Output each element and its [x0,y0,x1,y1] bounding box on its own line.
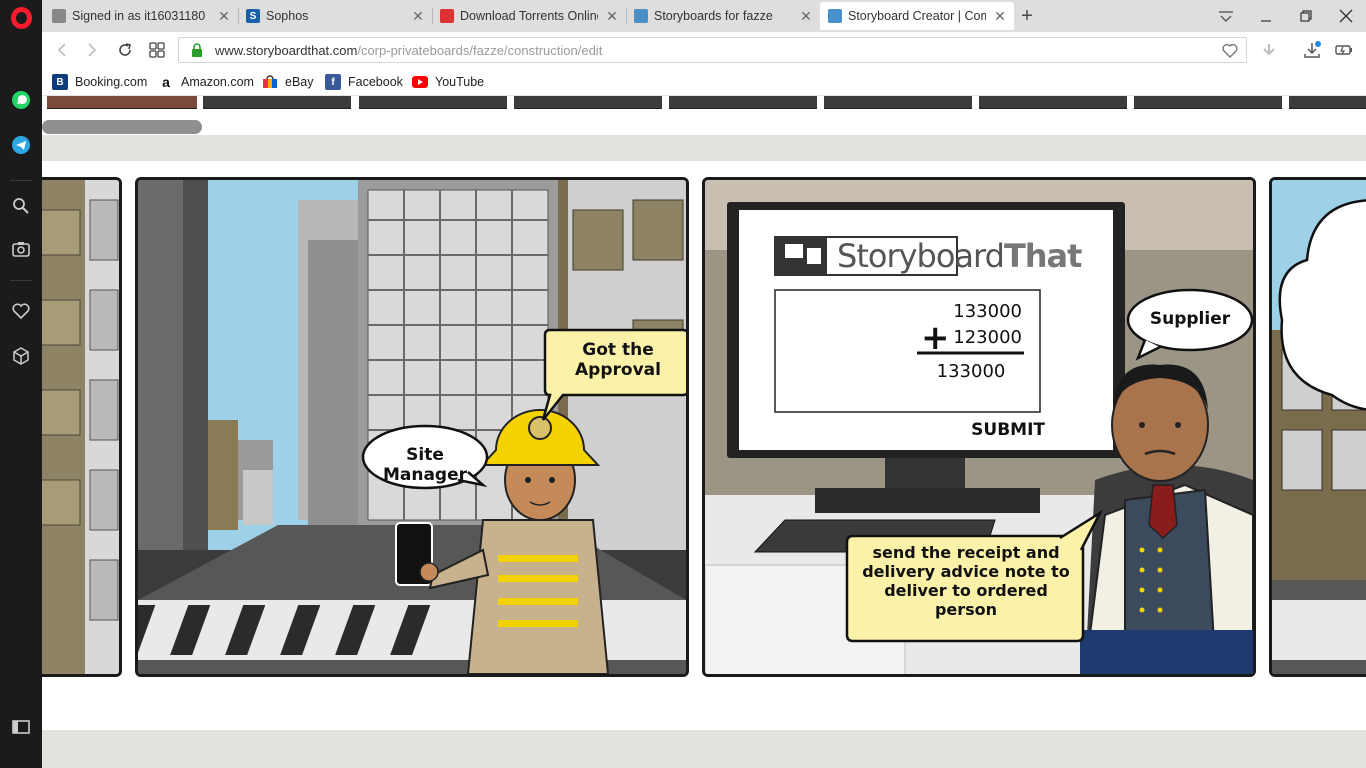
sidebar-toggle-icon[interactable] [9,715,33,739]
lock-icon [192,43,202,57]
address-bar[interactable]: www.storyboardthat.com/corp-privateboard… [178,37,1247,63]
tab-title: Storyboards for fazze [654,9,773,23]
tab-sophos[interactable]: S Sophos ✕ [238,2,432,30]
doc-icon [52,9,66,23]
storyboardthat-logo: StoryboardThat [837,237,1082,275]
camera-icon[interactable] [9,237,33,261]
url-path: /corp-privateboards/fazze/construction/e… [357,43,603,58]
url-text: www.storyboardthat.com/corp-privateboard… [215,43,602,58]
building-scene-image [42,180,119,674]
bottom-band [42,730,1366,768]
bookmark-label: Amazon.com [181,75,254,89]
cell-thumbnail[interactable] [203,96,351,109]
torrent-icon [440,9,454,23]
bookmark-booking[interactable]: B Booking.com [52,73,147,91]
bookmark-amazon[interactable]: a Amazon.com [158,73,254,91]
cell-thumbnail[interactable] [514,96,662,109]
telegram-icon[interactable] [9,133,33,157]
site-manager-label-bubble[interactable]: Site Manager [365,445,485,485]
tab-title: Storyboard Creator | Comi [848,9,986,23]
cell-thumbnail[interactable] [359,96,507,109]
tab-title: Download Torrents Online [460,9,598,23]
cell-thumbnail-strip [42,96,1366,110]
close-icon[interactable]: ✕ [992,8,1008,25]
back-button[interactable] [50,38,74,62]
storyboard-cell-partial-right[interactable] [1269,177,1366,677]
sidebar-divider [10,280,32,281]
heart-icon[interactable] [9,299,33,323]
forward-button[interactable] [80,38,104,62]
battery-icon[interactable] [1332,38,1356,62]
submit-button[interactable]: SUBMIT [965,420,1045,440]
bookmark-label: YouTube [435,75,485,89]
cell-thumbnail[interactable] [1134,96,1282,109]
reload-button[interactable] [113,38,137,62]
storyboard-cell-1[interactable]: Got the Approval Site Manager [135,177,689,677]
ebay-icon [262,74,278,90]
bookmark-heart-icon[interactable] [1222,43,1238,58]
horizontal-scrollbar[interactable] [42,120,202,134]
whatsapp-icon[interactable] [9,88,33,112]
booking-icon: B [52,74,68,90]
sidebar-divider [10,180,32,181]
download-arrow-icon[interactable] [1257,38,1281,62]
tab-torrents[interactable]: Download Torrents Online ✕ [432,2,626,30]
cube-icon[interactable] [9,344,33,368]
downloads-icon[interactable] [1300,38,1324,62]
speed-dial-icon[interactable] [145,38,169,62]
cell-thumbnail[interactable] [824,96,972,109]
tab-strip: Signed in as it16031180 ✕ S Sophos ✕ Dow… [42,0,1366,32]
minimize-button[interactable] [1252,4,1280,28]
bookmark-label: eBay [285,75,314,89]
sum-line-2: 123000 [953,327,1022,348]
toolbar-band [42,135,1366,161]
storyboard-icon [828,9,842,23]
facebook-icon: f [325,74,341,90]
bookmark-label: Facebook [348,75,403,89]
opera-logo-icon[interactable] [11,7,32,29]
sum-result: 133000 [936,361,1006,382]
bookmark-youtube[interactable]: YouTube [412,73,484,91]
bookmark-label: Booking.com [75,75,148,89]
storyboard-cell-2[interactable]: StoryboardThat 133000 + 123000 133000 SU… [702,177,1256,677]
approval-speech-bubble[interactable]: Got the Approval [558,340,678,380]
navigation-bar: www.storyboardthat.com/corp-privateboard… [42,32,1366,68]
close-icon[interactable]: ✕ [604,8,620,25]
close-icon[interactable]: ✕ [216,8,232,25]
bookmarks-bar: B Booking.com a Amazon.com eBay f Facebo… [42,68,1366,96]
sophos-icon: S [246,9,260,23]
tab-title: Signed in as it16031180 [72,9,206,23]
supplier-label-bubble[interactable]: Supplier [1135,309,1245,329]
cell-thumbnail[interactable] [47,96,197,109]
storyboard-cell-partial-left[interactable] [42,177,122,677]
supplier-speech-bubble[interactable]: send the receipt and delivery advice not… [855,543,1077,620]
tab-storyboards[interactable]: Storyboards for fazze ✕ [626,2,820,30]
tab-title: Sophos [266,9,309,23]
cell-thumbnail[interactable] [979,96,1127,109]
tab-menu-icon[interactable] [1212,4,1240,28]
storyboard-editor: Got the Approval Site Manager Storyboard… [42,96,1366,768]
search-icon[interactable] [9,194,33,218]
tab-signed-in[interactable]: Signed in as it16031180 ✕ [44,2,238,30]
street-scene-image [1272,180,1366,674]
new-tab-button[interactable]: + [1016,5,1038,27]
cell-thumbnail[interactable] [1289,96,1366,109]
close-window-button[interactable] [1332,4,1360,28]
tab-storyboard-creator[interactable]: Storyboard Creator | Comi ✕ [820,2,1014,30]
logo-text-bold: That [1003,237,1082,275]
street-scene-image [138,180,686,674]
opera-sidebar [0,0,42,768]
bookmark-facebook[interactable]: f Facebook [325,73,403,91]
storyboard-icon [634,9,648,23]
restore-button[interactable] [1292,4,1320,28]
logo-text-light: Storyboard [837,237,1005,275]
cell-thumbnail[interactable] [669,96,817,109]
url-host: www.storyboardthat.com [215,43,358,58]
close-icon[interactable]: ✕ [410,8,426,25]
bookmark-ebay[interactable]: eBay [262,73,314,91]
youtube-icon [412,74,428,90]
amazon-icon: a [162,74,170,90]
close-icon[interactable]: ✕ [798,8,814,25]
